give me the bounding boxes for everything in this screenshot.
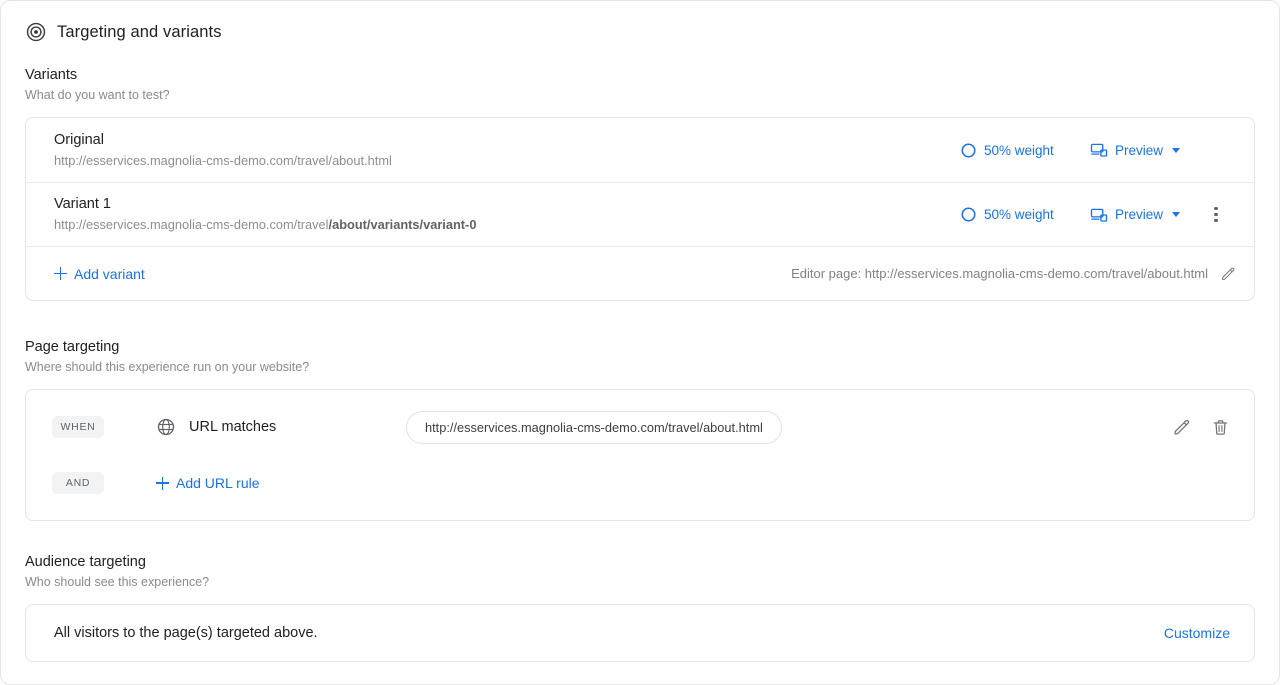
kebab-menu-icon[interactable] [1202,206,1230,223]
preview-label: Preview [1115,142,1164,158]
plus-icon [156,476,169,490]
page-targeting-card: WHEN URL matches http://esservices.magno… [25,389,1255,521]
preview-control[interactable]: Preview [1090,141,1202,159]
editor-page: Editor page: http://esservices.magnolia-… [791,266,1236,282]
page-targeting-section-head: Page targeting Where should this experie… [1,339,1279,374]
pencil-icon[interactable] [1220,266,1236,282]
variants-card: Original http://esservices.magnolia-cms-… [25,117,1255,301]
devices-icon [1090,206,1108,224]
variants-title: Variants [25,67,78,83]
table-row: Original http://esservices.magnolia-cms-… [26,118,1254,182]
audience-targeting-subtitle: Who should see this experience? [25,575,210,589]
audience-targeting-section-head: Audience targeting Who should see this e… [1,554,1279,589]
audience-targeting-title: Audience targeting [25,554,146,570]
add-variant-label: Add variant [74,265,145,282]
url-rule-row: WHEN URL matches http://esservices.magno… [26,408,1254,446]
donut-chart-icon [960,142,977,159]
page-title: Targeting and variants [57,22,222,41]
targeting-variants-panel: Targeting and variants Variants What do … [0,0,1280,685]
rule-type-label: URL matches [156,417,406,437]
editor-page-label: Editor page: http://esservices.magnolia-… [791,266,1208,281]
page-targeting-title: Page targeting [25,339,120,355]
pencil-icon[interactable] [1172,418,1191,437]
variant-name: Variant 1 [54,196,111,212]
variants-subtitle: What do you want to test? [25,88,170,102]
add-url-rule-wrapper: Add URL rule [156,475,260,491]
when-badge: WHEN [52,416,104,438]
globe-icon [156,417,176,437]
audience-targeting-card: All visitors to the page(s) targeted abo… [25,604,1255,662]
rule-label-text: URL matches [189,419,277,435]
weight-control[interactable]: 50% weight [960,206,1090,223]
variant-url: http://esservices.magnolia-cms-demo.com/… [54,216,960,234]
audience-description: All visitors to the page(s) targeted abo… [54,625,318,641]
variant-url: http://esservices.magnolia-cms-demo.com/… [54,152,960,170]
weight-control[interactable]: 50% weight [960,142,1090,159]
and-badge: AND [52,472,104,494]
chevron-down-icon [1172,212,1181,217]
trash-icon[interactable] [1211,418,1230,437]
weight-label: 50% weight [984,142,1054,158]
variants-card-footer: Add variant Editor page: http://esservic… [26,246,1254,300]
variant-info: Variant 1 http://esservices.magnolia-cms… [54,195,960,234]
devices-icon [1090,141,1108,159]
panel-header: Targeting and variants [1,1,1279,45]
rule-actions [1172,418,1230,437]
variant-info: Original http://esservices.magnolia-cms-… [54,131,960,170]
variant-url-prefix: http://esservices.magnolia-cms-demo.com/… [54,152,392,168]
add-url-rule-label: Add URL rule [176,475,260,491]
donut-chart-icon [960,206,977,223]
add-url-rule-button[interactable]: Add URL rule [156,475,260,491]
plus-icon [54,267,67,280]
page-targeting-subtitle: Where should this experience run on your… [25,360,310,374]
chevron-down-icon [1172,147,1181,153]
table-row: Variant 1 http://esservices.magnolia-cms… [26,182,1254,246]
variant-url-bold: /about/variants/variant-0 [328,217,477,232]
variant-name: Original [54,131,104,148]
variants-section-head: Variants What do you want to test? [1,67,1279,102]
target-icon [25,21,47,43]
add-url-rule-row: AND Add URL rule [26,464,1254,502]
preview-control[interactable]: Preview [1090,206,1202,224]
customize-button[interactable]: Customize [1164,625,1230,641]
preview-label: Preview [1115,207,1164,222]
weight-label: 50% weight [984,207,1054,222]
variant-url-prefix: http://esservices.magnolia-cms-demo.com/… [54,217,329,232]
url-value-chip[interactable]: http://esservices.magnolia-cms-demo.com/… [406,410,782,444]
add-variant-button[interactable]: Add variant [54,266,145,282]
